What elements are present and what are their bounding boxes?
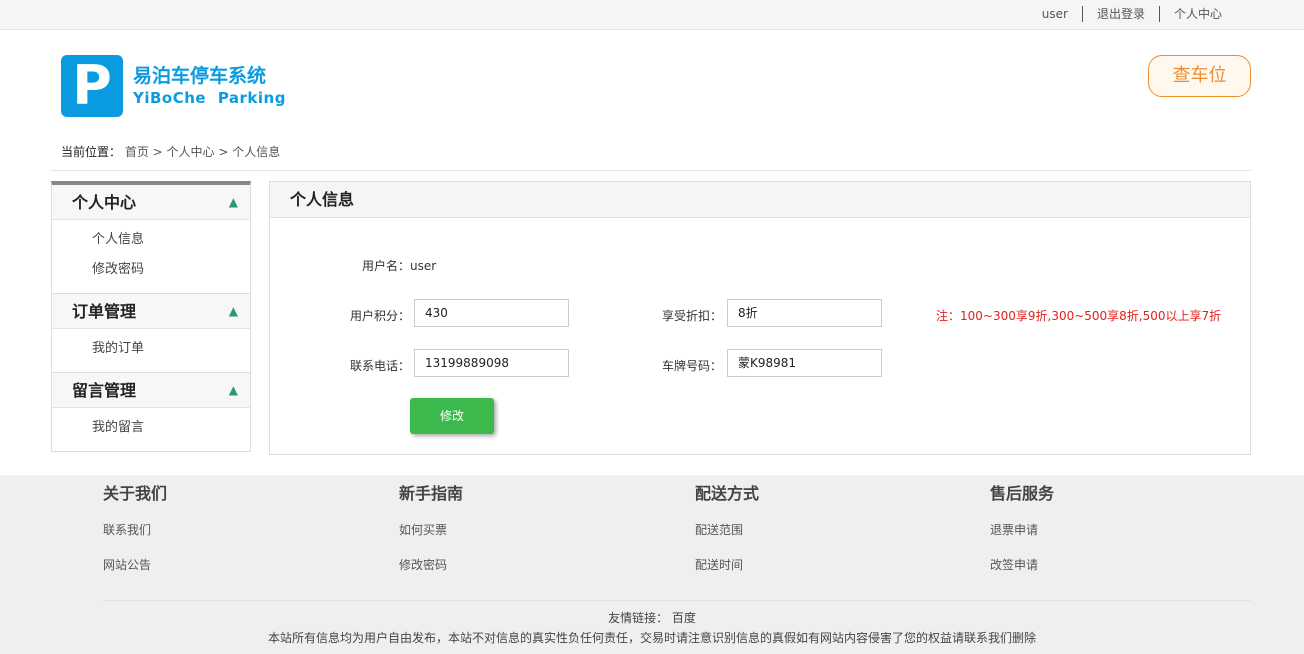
header: P 易泊车停车系统 YiBoChe Parking 查车位 当前位置： 首页 >… <box>0 30 1304 171</box>
sidebar: 个人中心 ▲ 个人信息 修改密码 订单管理 ▲ 我的订单 留言管理 ▲ 我的留言 <box>51 181 251 452</box>
sidebar-group-orders: 订单管理 ▲ 我的订单 <box>52 294 250 373</box>
breadcrumb-label: 当前位置： <box>61 145 122 159</box>
sidebar-items: 我的留言 <box>52 408 250 451</box>
profile-link[interactable]: 个人中心 <box>1160 6 1236 22</box>
footer-column-title: 新手指南 <box>399 484 464 503</box>
sidebar-group-messages: 留言管理 ▲ 我的留言 <box>52 373 250 451</box>
chevron-up-icon[interactable]: ▲ <box>229 373 238 408</box>
sidebar-group-title: 订单管理 <box>72 302 137 321</box>
sidebar-group-header[interactable]: 订单管理 ▲ <box>52 294 250 329</box>
sidebar-items: 我的订单 <box>52 329 250 373</box>
username-label: 用户名： <box>362 259 411 273</box>
footer-column-delivery: 配送方式 配送范围 配送时间 <box>695 485 759 573</box>
friend-links-label: 友情链接： <box>608 611 669 625</box>
logo[interactable]: P 易泊车停车系统 YiBoChe Parking <box>61 55 286 117</box>
parking-logo-icon: P <box>61 55 123 117</box>
friend-links: 友情链接： 百度 <box>0 609 1304 626</box>
divider <box>103 600 1251 601</box>
username-link[interactable]: user <box>1028 6 1082 22</box>
sidebar-group-header[interactable]: 留言管理 ▲ <box>52 373 250 408</box>
top-links: user 退出登录 个人中心 <box>1028 6 1236 22</box>
footer-notice: 本站所有信息均为用户自由发布，本站不对信息的真实性负任何责任，交易时请注意识别信… <box>267 631 1036 645</box>
logo-text: 易泊车停车系统 YiBoChe Parking <box>133 64 286 108</box>
edit-button[interactable]: 修改 <box>410 398 494 434</box>
footer-link[interactable]: 配送范围 <box>695 522 759 538</box>
footer-column-guide: 新手指南 如何买票 修改密码 <box>399 485 463 573</box>
footer-column-service: 售后服务 退票申请 改签申请 <box>990 485 1054 573</box>
friend-link-baidu[interactable]: 百度 <box>672 611 696 625</box>
logout-link[interactable]: 退出登录 <box>1083 6 1159 22</box>
panel-title: 个人信息 <box>270 182 1250 218</box>
sidebar-group-header[interactable]: 个人中心 ▲ <box>52 185 250 220</box>
discount-input[interactable]: 8折 <box>727 299 882 327</box>
discount-label: 享受折扣： <box>662 309 723 323</box>
points-input[interactable]: 430 <box>414 299 569 327</box>
plate-input[interactable]: 蒙K98981 <box>727 349 882 377</box>
discount-note: 注：100~300享9折,300~500享8折,500以上享7折 <box>936 309 1222 323</box>
divider <box>51 170 1251 171</box>
sidebar-group-profile: 个人中心 ▲ 个人信息 修改密码 <box>52 185 250 294</box>
footer-link[interactable]: 如何买票 <box>399 522 463 538</box>
personal-info-panel: 个人信息 用户名：user 用户积分： 430 享受折扣： 8折 注：100~3… <box>269 181 1251 455</box>
points-label: 用户积分： <box>350 309 411 323</box>
top-bar: user 退出登录 个人中心 <box>0 0 1304 30</box>
sidebar-group-title: 留言管理 <box>72 381 137 400</box>
sidebar-item-my-messages[interactable]: 我的留言 <box>52 416 250 446</box>
footer-column-about: 关于我们 联系我们 网站公告 <box>103 485 167 573</box>
sidebar-item-personal-info[interactable]: 个人信息 <box>52 228 250 258</box>
username-row: 用户名：user <box>362 257 436 274</box>
username-value: user <box>410 259 437 273</box>
logo-title-cn: 易泊车停车系统 <box>133 65 267 87</box>
logo-title-en: YiBoChe Parking <box>133 89 286 107</box>
chevron-up-icon[interactable]: ▲ <box>229 185 238 220</box>
chevron-up-icon[interactable]: ▲ <box>229 294 238 329</box>
footer-link[interactable]: 退票申请 <box>990 522 1054 538</box>
phone-label: 联系电话： <box>350 359 411 373</box>
find-parking-button[interactable]: 查车位 <box>1148 55 1251 97</box>
footer-link[interactable]: 改签申请 <box>990 557 1054 573</box>
footer: 关于我们 联系我们 网站公告 新手指南 如何买票 修改密码 配送方式 配送范围 … <box>0 475 1304 654</box>
footer-column-title: 售后服务 <box>990 484 1055 503</box>
sidebar-group-title: 个人中心 <box>72 193 137 212</box>
footer-column-title: 配送方式 <box>695 484 760 503</box>
breadcrumb-path[interactable]: 首页 > 个人中心 > 个人信息 <box>125 145 280 159</box>
sidebar-item-my-orders[interactable]: 我的订单 <box>52 337 250 367</box>
sidebar-item-change-password[interactable]: 修改密码 <box>52 258 250 288</box>
footer-column-title: 关于我们 <box>103 484 168 503</box>
sidebar-items: 个人信息 修改密码 <box>52 220 250 294</box>
footer-link[interactable]: 配送时间 <box>695 557 759 573</box>
footer-link[interactable]: 网站公告 <box>103 557 167 573</box>
footer-link[interactable]: 修改密码 <box>399 557 463 573</box>
footer-link[interactable]: 联系我们 <box>103 522 167 538</box>
plate-label: 车牌号码： <box>662 359 723 373</box>
breadcrumb: 当前位置： 首页 > 个人中心 > 个人信息 <box>61 143 280 160</box>
phone-input[interactable]: 13199889098 <box>414 349 569 377</box>
